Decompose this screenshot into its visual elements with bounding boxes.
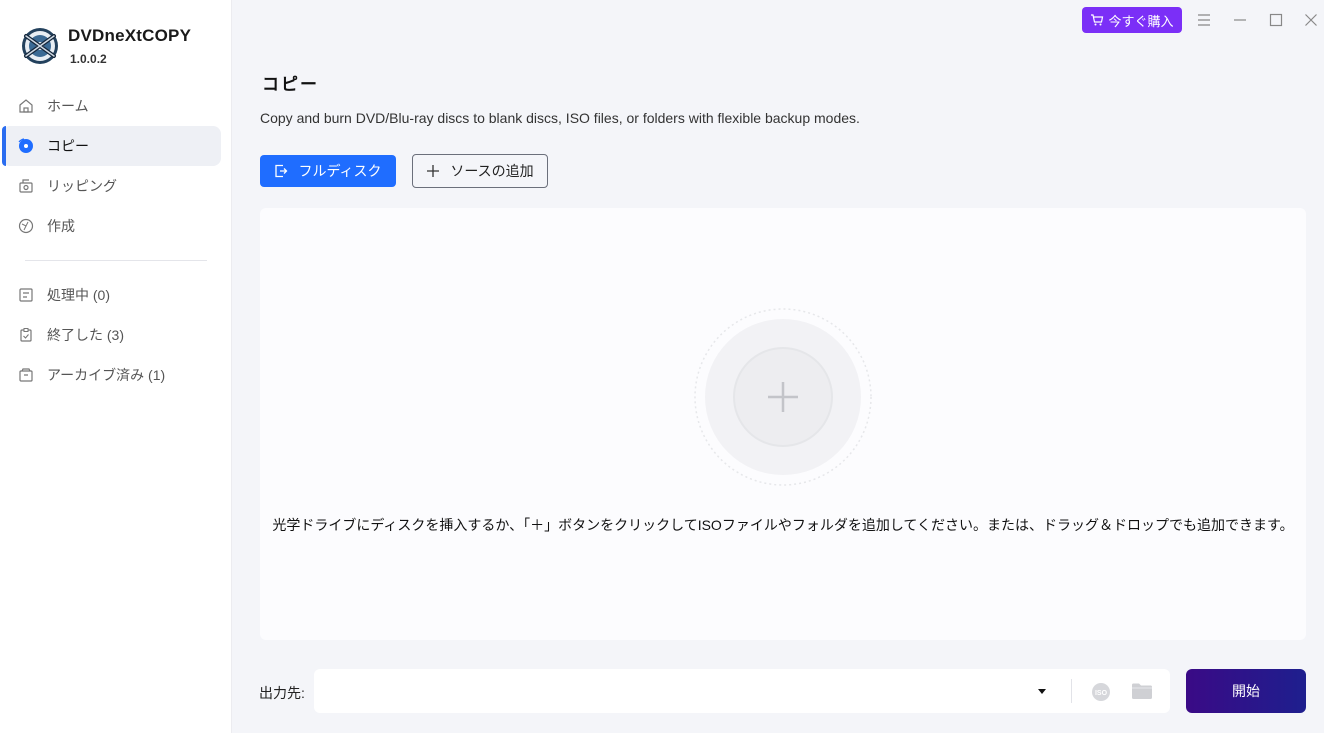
minimize-button[interactable]	[1230, 10, 1250, 30]
drop-hint-text: 光学ドライブにディスクを挿入するか、「＋」ボタンをクリックしてISOファイルやフ…	[272, 517, 1294, 533]
sidebar-item-ripping[interactable]: リッピング	[2, 166, 221, 206]
app-name: DVDneXtCOPY	[68, 26, 192, 45]
title-bar: 今すぐ購入	[232, 0, 1324, 40]
add-source-button[interactable]: ソースの追加	[412, 154, 548, 188]
buy-now-button[interactable]: 今すぐ購入	[1082, 7, 1182, 33]
page-description: Copy and burn DVD/Blu-ray discs to blank…	[260, 110, 860, 126]
create-icon	[18, 218, 34, 234]
app-logo	[22, 28, 58, 64]
cart-icon	[1091, 14, 1104, 26]
sidebar-item-copy[interactable]: コピー	[2, 126, 221, 166]
output-path-box: ISO	[314, 669, 1170, 713]
sidebar-item-label: 処理中 (0)	[47, 287, 110, 303]
menu-icon	[1198, 14, 1210, 26]
buy-now-label: 今すぐ購入	[1108, 13, 1174, 29]
page-title: コピー	[262, 75, 319, 94]
sidebar-item-label: アーカイブ済み (1)	[47, 367, 166, 383]
sidebar: DVDneXtCOPY 1.0.0.2 ホーム コピー リッピング 作成 処理中…	[0, 0, 232, 733]
folder-icon[interactable]	[1131, 682, 1153, 700]
archive-icon	[18, 367, 34, 383]
full-disc-label: フルディスク	[298, 163, 382, 179]
rip-icon	[18, 178, 34, 194]
add-source-label: ソースの追加	[450, 163, 534, 179]
chevron-down-icon[interactable]	[1036, 685, 1048, 697]
output-separator	[1071, 679, 1072, 703]
sidebar-divider	[25, 260, 207, 261]
sidebar-item-processing[interactable]: 処理中 (0)	[2, 275, 221, 315]
drop-area[interactable]: 光学ドライブにディスクを挿入するか、「＋」ボタンをクリックしてISOファイルやフ…	[260, 208, 1306, 640]
sidebar-item-label: ホーム	[47, 98, 89, 114]
sidebar-item-label: リッピング	[47, 178, 117, 194]
sidebar-nav: ホーム コピー リッピング 作成 処理中 (0) 終了した (3) アーカイブ済…	[0, 86, 232, 395]
close-button[interactable]	[1301, 10, 1321, 30]
minimize-icon	[1234, 19, 1246, 21]
sidebar-item-archived[interactable]: アーカイブ済み (1)	[2, 355, 221, 395]
close-icon	[1305, 14, 1317, 26]
full-disc-mode-button[interactable]: フルディスク	[260, 155, 396, 187]
iso-icon-label: ISO	[1095, 690, 1108, 697]
sidebar-item-label: コピー	[47, 138, 89, 154]
output-label: 出力先:	[259, 685, 305, 701]
maximize-button[interactable]	[1266, 10, 1286, 30]
home-icon	[18, 98, 34, 114]
sidebar-item-label: 作成	[47, 218, 75, 234]
sidebar-item-create[interactable]: 作成	[2, 206, 221, 246]
app-version: 1.0.0.2	[70, 52, 107, 66]
output-path-input[interactable]	[314, 669, 1044, 713]
start-label: 開始	[1232, 683, 1260, 699]
brand: DVDneXtCOPY 1.0.0.2	[20, 26, 191, 66]
disc-icon	[18, 138, 34, 154]
maximize-icon	[1269, 13, 1283, 27]
plus-icon	[427, 165, 440, 177]
menu-button[interactable]	[1194, 10, 1214, 30]
iso-icon[interactable]: ISO	[1091, 682, 1111, 702]
start-button[interactable]: 開始	[1186, 669, 1306, 713]
add-source-plus-icon[interactable]	[693, 307, 873, 487]
sidebar-item-home[interactable]: ホーム	[2, 86, 221, 126]
sidebar-item-finished[interactable]: 終了した (3)	[2, 315, 221, 355]
processing-icon	[18, 287, 34, 303]
sidebar-item-label: 終了した (3)	[47, 327, 124, 343]
finished-icon	[18, 327, 34, 343]
full-disc-icon	[275, 164, 288, 178]
